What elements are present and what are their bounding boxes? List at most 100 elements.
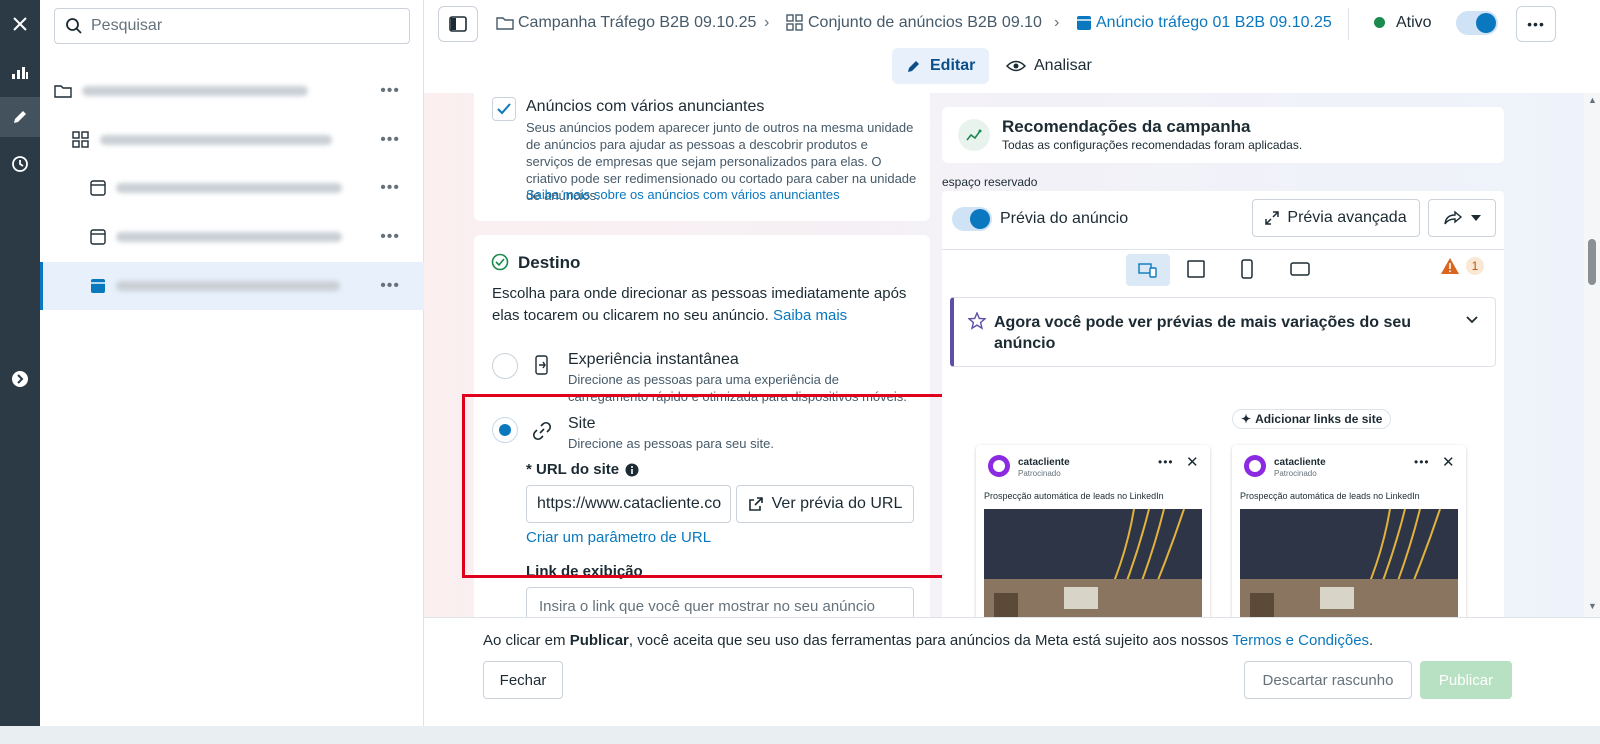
- adset-name-blurred: [100, 135, 332, 145]
- post-text: Prospecção automática de leads no Linked…: [984, 491, 1164, 501]
- vertical-scrollbar[interactable]: ▲ ▼: [1584, 93, 1600, 617]
- variations-banner[interactable]: Agora você pode ver prévias de mais vari…: [950, 297, 1496, 367]
- share-icon: [1444, 210, 1463, 225]
- tab-edit[interactable]: Editar: [892, 48, 990, 84]
- recommendations-title: Recomendações da campanha: [1002, 117, 1251, 136]
- tab-edit-label: Editar: [930, 57, 976, 74]
- scrollbar-thumb[interactable]: [1588, 239, 1596, 285]
- terms-link[interactable]: Termos e Condições: [1232, 632, 1369, 649]
- terms-prefix: Ao clicar em: [483, 632, 570, 649]
- post-image: [984, 509, 1202, 617]
- display-link-input[interactable]: Insira o link que você quer mostrar no s…: [526, 587, 914, 617]
- history-icon[interactable]: [0, 144, 40, 184]
- scroll-up-icon[interactable]: ▲: [1588, 95, 1597, 105]
- eye-icon: [1006, 60, 1026, 72]
- tree-item-ad-3-selected[interactable]: •••: [40, 262, 424, 310]
- post-image: [1240, 509, 1458, 617]
- expand-panel-icon[interactable]: [0, 359, 40, 399]
- chevron-right-icon: ›: [764, 14, 770, 31]
- discard-draft-button[interactable]: Descartar rascunho: [1244, 661, 1412, 699]
- tree-item-adset[interactable]: •••: [40, 116, 424, 164]
- pencil-icon[interactable]: [0, 97, 40, 137]
- device-all-button[interactable]: [1126, 254, 1170, 286]
- feed-post-preview[interactable]: catacliente Patrocinado ••• ✕ Prospecção…: [1232, 445, 1466, 617]
- ad-name-blurred: [116, 232, 342, 242]
- tree-item-campaign[interactable]: •••: [40, 67, 424, 115]
- chart-icon[interactable]: [0, 52, 40, 92]
- preview-toggle[interactable]: [952, 207, 992, 231]
- more-options-icon[interactable]: •••: [380, 228, 400, 246]
- instant-experience-radio[interactable]: [492, 353, 518, 379]
- search-icon: [66, 18, 82, 34]
- destination-description-block: Escolha para onde direcionar as pessoas …: [492, 283, 922, 327]
- more-options-icon[interactable]: •••: [380, 82, 400, 100]
- breadcrumb-ad[interactable]: Anúncio tráfego 01 B2B 09.10.25: [1076, 14, 1338, 32]
- more-options-icon[interactable]: •••: [380, 277, 400, 295]
- ad-name-blurred: [116, 281, 340, 291]
- more-options-button[interactable]: •••: [1516, 6, 1556, 42]
- horizontal-format-icon[interactable]: [1290, 261, 1310, 282]
- multi-advertiser-card: Anúncios com vários anunciantes Seus anú…: [474, 93, 930, 221]
- instant-experience-title: Experiência instantânea: [568, 351, 739, 368]
- placeholder-label: espaço reservado: [942, 175, 1038, 189]
- add-site-links-button[interactable]: ✦ Adicionar links de site: [1232, 409, 1392, 429]
- share-dropdown-button[interactable]: [1428, 199, 1496, 237]
- tab-analyze[interactable]: Analisar: [992, 48, 1106, 84]
- tab-analyze-label: Analisar: [1034, 57, 1092, 74]
- more-options-icon: •••: [1158, 455, 1174, 469]
- post-sponsored-label: Patrocinado: [1274, 469, 1317, 478]
- folder-icon: [496, 17, 514, 30]
- tree-item-ad-1[interactable]: •••: [40, 164, 424, 212]
- publish-button[interactable]: Publicar: [1420, 661, 1512, 699]
- warnings-indicator[interactable]: 1: [1440, 257, 1484, 275]
- close-icon[interactable]: [0, 4, 40, 44]
- star-icon: [968, 312, 986, 330]
- campaign-name-blurred: [82, 86, 308, 96]
- breadcrumb-adset[interactable]: Conjunto de anúncios B2B 09.10: [786, 14, 1048, 32]
- terms-suffix: .: [1369, 632, 1374, 649]
- close-button[interactable]: Fechar: [483, 661, 563, 699]
- tree-item-ad-2[interactable]: •••: [40, 213, 424, 261]
- chevron-down-icon: [1471, 215, 1481, 221]
- adset-grid-icon: [786, 14, 803, 31]
- ad-icon: [90, 229, 106, 245]
- devices-icon: [1138, 263, 1157, 278]
- sparkle-icon: ✦: [1241, 412, 1252, 426]
- search-placeholder: Pesquisar: [91, 17, 163, 34]
- search-input[interactable]: Pesquisar: [54, 8, 410, 44]
- folder-icon: [54, 85, 72, 98]
- mode-tabs: Editar Analisar: [424, 48, 1600, 88]
- status-toggle[interactable]: [1456, 11, 1498, 35]
- square-format-icon[interactable]: [1186, 259, 1206, 284]
- left-rail: [0, 0, 40, 726]
- checkmark-icon: [497, 103, 511, 115]
- more-options-icon[interactable]: •••: [380, 179, 400, 197]
- divider: [1348, 8, 1349, 40]
- post-brand-name: catacliente: [1018, 457, 1070, 468]
- scroll-down-icon[interactable]: ▼: [1588, 601, 1597, 611]
- breadcrumb-campaign-label: Campanha Tráfego B2B 09.10.25: [518, 14, 757, 31]
- more-options-icon: •••: [1414, 455, 1430, 469]
- destination-learn-more-link[interactable]: Saiba mais: [773, 307, 847, 324]
- multi-advertiser-learn-more-link[interactable]: Saiba mais sobre os anúncios com vários …: [526, 186, 840, 203]
- breadcrumb-campaign[interactable]: Campanha Tráfego B2B 09.10.25: [496, 14, 758, 32]
- main-editor: Campanha Tráfego B2B 09.10.25 › Conjunto…: [424, 0, 1600, 726]
- ad-name-blurred: [116, 183, 342, 193]
- editor-content: Anúncios com vários anunciantes Seus anú…: [424, 93, 1600, 617]
- expand-icon: [1265, 211, 1280, 225]
- feed-post-preview[interactable]: catacliente Patrocinado ••• ✕ Prospecção…: [976, 445, 1210, 617]
- terms-notice: Ao clicar em Publicar, você aceita que s…: [483, 632, 1373, 649]
- warning-icon: [1441, 258, 1459, 274]
- vertical-format-icon[interactable]: [1240, 259, 1254, 284]
- more-options-icon[interactable]: •••: [380, 131, 400, 149]
- multi-advertiser-checkbox[interactable]: [492, 97, 516, 121]
- destination-title: Destino: [518, 253, 581, 272]
- multi-advertiser-title: Anúncios com vários anunciantes: [526, 98, 765, 115]
- advanced-preview-label: Prévia avançada: [1287, 209, 1407, 226]
- toggle-sidebar-button[interactable]: [438, 6, 478, 42]
- top-bar: Campanha Tráfego B2B 09.10.25 › Conjunto…: [424, 0, 1600, 48]
- toggle-knob: [970, 209, 990, 229]
- advanced-preview-button[interactable]: Prévia avançada: [1252, 199, 1420, 237]
- adset-grid-icon: [72, 131, 89, 148]
- selection-indicator: [40, 262, 43, 310]
